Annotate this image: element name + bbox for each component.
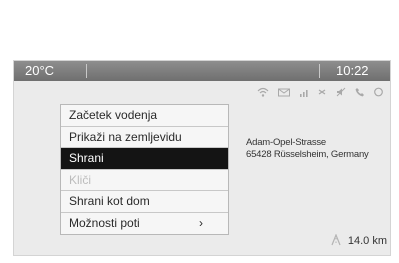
signal-icon	[299, 87, 309, 97]
status-bar: 20°C 10:22	[14, 61, 390, 81]
mute-icon	[336, 87, 346, 97]
address-street: Adam-Opel-Strasse	[246, 137, 327, 148]
menu-item-show-on-map[interactable]: Prikaži na zemljevidu	[61, 127, 228, 148]
wifi-icon	[257, 87, 269, 97]
menu-item-label: Shrani	[69, 151, 104, 165]
address-city: 65428 Rüsselsheim, Germany	[246, 149, 369, 160]
menu-item-label: Shrani kot dom	[69, 194, 150, 208]
menu-item-save[interactable]: Shrani	[61, 148, 228, 170]
menu-item-label: Začetek vodenja	[69, 108, 158, 122]
message-icon	[277, 88, 290, 97]
status-divider	[86, 64, 87, 78]
menu-item-label: Prikaži na zemljevidu	[69, 129, 182, 144]
phone-icon	[355, 87, 365, 97]
menu-item-start-guidance[interactable]: Začetek vodenja	[61, 105, 228, 127]
distance-icon	[330, 232, 342, 249]
status-icons	[257, 87, 383, 97]
bluetooth-off-icon	[317, 87, 327, 97]
distance-value: 14.0 km	[347, 235, 387, 247]
menu-item-save-as-home[interactable]: Shrani kot dom	[61, 191, 228, 213]
destination-menu: Začetek vodenja Prikaži na zemljevidu Sh…	[60, 104, 229, 235]
menu-item-label: Možnosti poti	[69, 215, 140, 230]
temperature-readout: 20°C	[25, 63, 55, 78]
chevron-right-icon: ›	[199, 215, 203, 230]
status-divider	[319, 64, 320, 78]
clock: 10:22	[336, 63, 369, 78]
route-distance: 14.0 km	[315, 232, 387, 249]
destination-address: Adam-Opel-Strasse 65428 Rüsselsheim, Ger…	[246, 137, 369, 161]
menu-item-label: Kliči	[69, 172, 92, 187]
menu-item-call: Kliči	[61, 170, 228, 191]
menu-item-route-options[interactable]: Možnosti poti ›	[61, 213, 228, 235]
infotainment-screen: 20°C 10:22 Začetek vodenja Prikaži na ze…	[13, 60, 391, 256]
disc-icon	[374, 87, 383, 97]
